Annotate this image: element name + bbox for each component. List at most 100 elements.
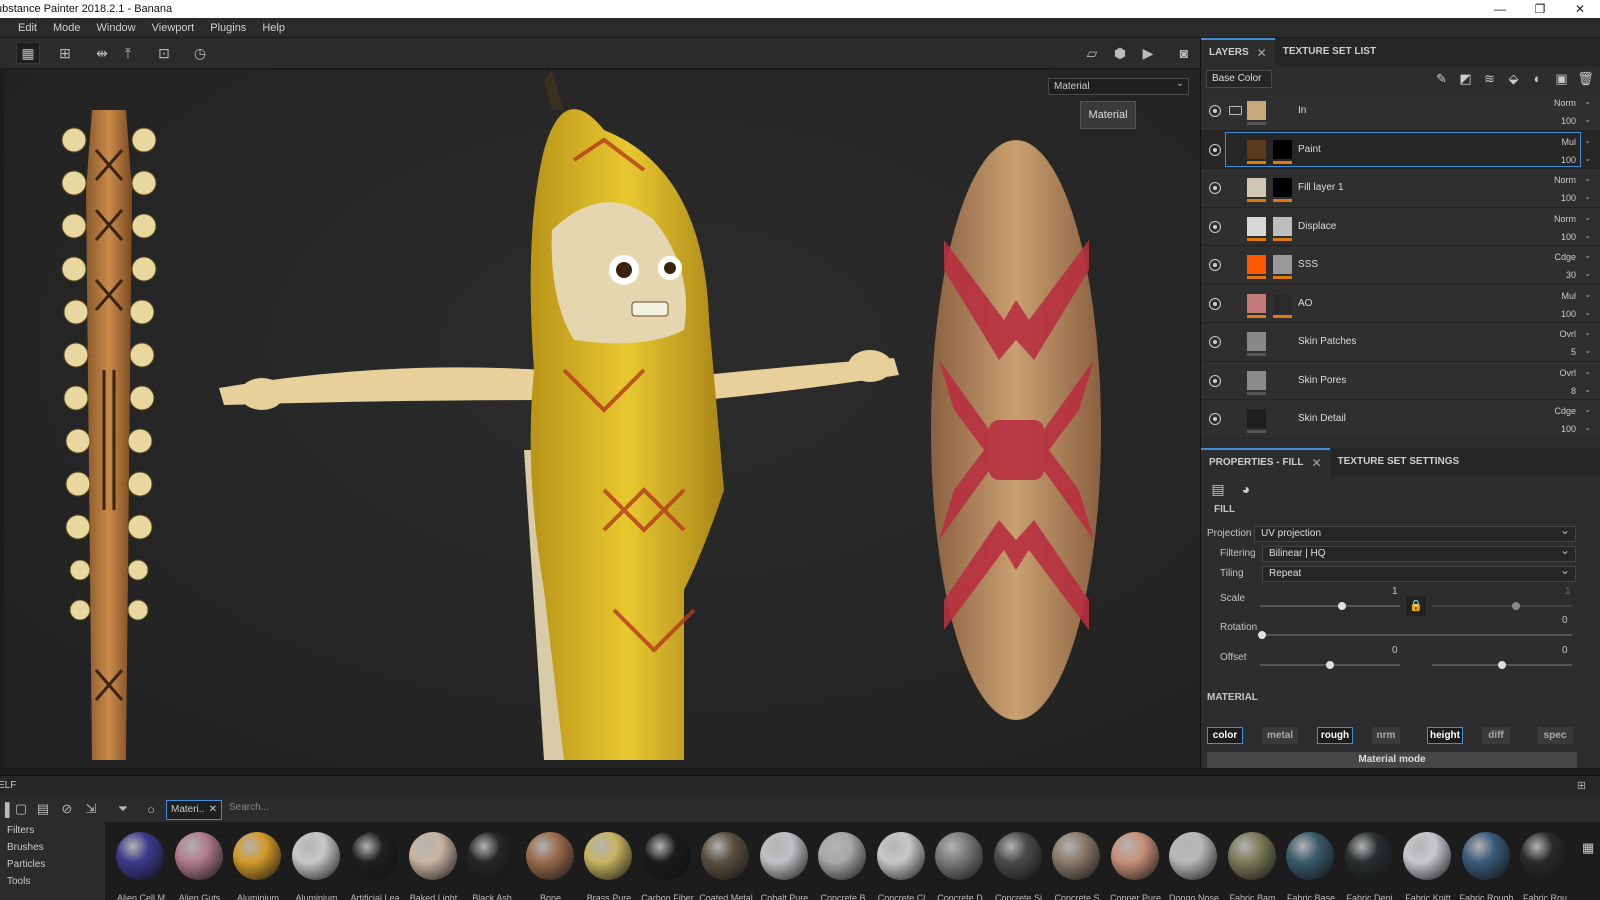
new-item-icon[interactable]: ▢: [12, 800, 30, 818]
blend-mode[interactable]: Ovrl: [1560, 329, 1577, 339]
channel-select[interactable]: Base Color: [1206, 70, 1272, 88]
material-thumbnail[interactable]: Aluminium: [229, 828, 287, 900]
tab-texture-set-list[interactable]: TEXTURE SET LIST: [1275, 38, 1384, 66]
layer-row[interactable]: SSS Cdge 30 ⌄ ⌄: [1201, 246, 1600, 285]
eye-icon[interactable]: [1209, 336, 1221, 348]
layer-row[interactable]: Displace Norm 100 ⌄ ⌄: [1201, 207, 1600, 246]
trash-icon[interactable]: 🗑: [1577, 70, 1594, 87]
material-thumbnail[interactable]: Concrete D: [931, 828, 989, 900]
channel-button[interactable]: metal: [1262, 727, 1298, 744]
channel-button[interactable]: color: [1207, 727, 1243, 744]
mirror-y-icon[interactable]: ⤒: [116, 42, 140, 64]
layer-row[interactable]: Paint Mul 100 ⌄ ⌄: [1201, 130, 1600, 169]
opacity-value[interactable]: 30: [1566, 270, 1576, 280]
layer-row[interactable]: Skin Patches Ovrl 5 ⌄ ⌄: [1201, 323, 1600, 362]
material-thumbnail[interactable]: Fabric Deni: [1341, 828, 1399, 900]
grid-options-icon[interactable]: ⊞: [53, 42, 77, 64]
grid-toggle-icon[interactable]: ▦: [16, 42, 40, 64]
opacity-value[interactable]: 100: [1561, 116, 1576, 126]
chevron-down-icon[interactable]: ⌄: [1584, 346, 1591, 355]
rotation-value[interactable]: 0: [1562, 615, 1568, 626]
material-thumbnail[interactable]: Alien Guts: [171, 828, 229, 900]
history-icon[interactable]: ◷: [188, 42, 212, 64]
hide-icon[interactable]: ⊘: [58, 800, 76, 818]
category-filters[interactable]: Filters: [0, 822, 105, 839]
blend-mode[interactable]: Norm: [1554, 175, 1576, 185]
menu-edit[interactable]: Edit: [10, 18, 45, 37]
material-thumbnail[interactable]: Cobalt Pure: [756, 828, 814, 900]
chevron-down-icon[interactable]: ⌄: [1584, 328, 1591, 337]
tab-layers[interactable]: LAYERS ✕: [1201, 38, 1275, 66]
chevron-down-icon[interactable]: ⌄: [1584, 423, 1591, 432]
blend-mode[interactable]: Norm: [1554, 98, 1576, 108]
maximize-button[interactable]: ❐: [1520, 0, 1560, 18]
material-thumbnail[interactable]: Fabric Rough: [1458, 828, 1516, 900]
scale-slider-handle[interactable]: [1338, 602, 1346, 610]
material-thumbnail[interactable]: Fabric Knitt: [1399, 828, 1457, 900]
menu-mode[interactable]: Mode: [45, 18, 89, 37]
opacity-value[interactable]: 100: [1561, 424, 1576, 434]
chevron-down-icon[interactable]: ⌄: [1584, 308, 1591, 317]
layer-row[interactable]: AO Mul 100 ⌄ ⌄: [1201, 284, 1600, 323]
blend-mode[interactable]: Cdge: [1554, 252, 1576, 262]
add-fill-layer-icon[interactable]: ≋: [1481, 70, 1498, 87]
scale-slider[interactable]: [1260, 602, 1400, 610]
chevron-down-icon[interactable]: ⌄: [1584, 115, 1591, 124]
blend-mode[interactable]: Ovrl: [1560, 368, 1577, 378]
chevron-down-icon[interactable]: ⌄: [1584, 231, 1591, 240]
opacity-value[interactable]: 100: [1561, 232, 1576, 242]
menu-window[interactable]: Window: [89, 18, 144, 37]
material-thumbnail[interactable]: Concrete B: [814, 828, 872, 900]
eye-icon[interactable]: [1209, 182, 1221, 194]
filter-icon[interactable]: ⏷: [114, 800, 132, 818]
close-button[interactable]: ✕: [1560, 0, 1600, 18]
chevron-down-icon[interactable]: ⌄: [1584, 385, 1591, 394]
layer-row[interactable]: Skin Detail Cdge 100 ⌄ ⌄: [1201, 400, 1600, 439]
category-brushes[interactable]: Brushes: [0, 839, 105, 856]
offset-y-value[interactable]: 0: [1562, 645, 1568, 656]
eye-icon[interactable]: [1209, 220, 1221, 233]
close-icon[interactable]: ✕: [1257, 39, 1267, 67]
offset-x-value[interactable]: 0: [1392, 645, 1398, 656]
material-thumbnail[interactable]: Brass Pure: [580, 828, 638, 900]
lock-icon[interactable]: 🔒: [1406, 596, 1426, 616]
material-thumbnail[interactable]: Alien Cell M: [112, 828, 170, 900]
opacity-value[interactable]: 8: [1571, 386, 1576, 396]
material-thumbnail[interactable]: Baked Light: [405, 828, 463, 900]
category-tools[interactable]: Tools: [0, 873, 105, 890]
channel-button[interactable]: spec: [1537, 727, 1573, 744]
opacity-value[interactable]: 100: [1561, 155, 1576, 165]
close-icon[interactable]: ✕: [1311, 449, 1321, 477]
maximize-icon[interactable]: ⊞: [1577, 779, 1586, 792]
close-icon[interactable]: ✕: [209, 801, 217, 819]
material-thumbnail[interactable]: Fabric Base: [1282, 828, 1340, 900]
chevron-down-icon[interactable]: ⌄: [1584, 136, 1591, 145]
blend-mode[interactable]: Cdge: [1554, 406, 1576, 416]
add-paint-layer-icon[interactable]: ⬙: [1505, 70, 1522, 87]
material-ball-icon[interactable]: ◕: [1237, 480, 1255, 498]
tab-texture-set-settings[interactable]: TEXTURE SET SETTINGS: [1330, 448, 1468, 476]
rotation-slider[interactable]: [1258, 631, 1572, 639]
viewport-mode-select[interactable]: Material: [1048, 76, 1189, 95]
blend-mode[interactable]: Norm: [1554, 214, 1576, 224]
eye-icon[interactable]: [1209, 413, 1221, 425]
layer-row[interactable]: Skin Pores Ovrl 8 ⌄ ⌄: [1201, 361, 1600, 400]
tab-properties-fill[interactable]: PROPERTIES - FILL ✕: [1201, 448, 1330, 476]
offset-x-slider-handle[interactable]: [1326, 661, 1334, 669]
tiling-select[interactable]: Repeat: [1262, 563, 1576, 582]
material-thumbnail[interactable]: Concrete S: [1048, 828, 1106, 900]
projection-select[interactable]: UV projection: [1254, 523, 1576, 542]
material-thumbnail[interactable]: Concrete Cl: [873, 828, 931, 900]
material-thumbnail[interactable]: Fabric Bam: [1224, 828, 1282, 900]
chevron-down-icon[interactable]: ⌄: [1584, 367, 1591, 376]
eye-icon[interactable]: [1209, 374, 1221, 387]
menu-viewport[interactable]: Viewport: [144, 18, 203, 37]
layer-row[interactable]: In Norm 100 ⌄ ⌄: [1201, 92, 1600, 131]
material-mode-button[interactable]: Material mode: [1207, 752, 1577, 768]
camera-icon[interactable]: ▶: [1136, 42, 1160, 64]
chevron-down-icon[interactable]: ⌄: [1584, 213, 1591, 222]
filter-chip[interactable]: Materi.. ✕: [166, 800, 222, 820]
save-icon[interactable]: ▤: [34, 800, 52, 818]
filtering-select[interactable]: Bilinear | HQ: [1262, 543, 1576, 562]
material-thumbnail[interactable]: Fabric Rou: [1516, 828, 1574, 900]
